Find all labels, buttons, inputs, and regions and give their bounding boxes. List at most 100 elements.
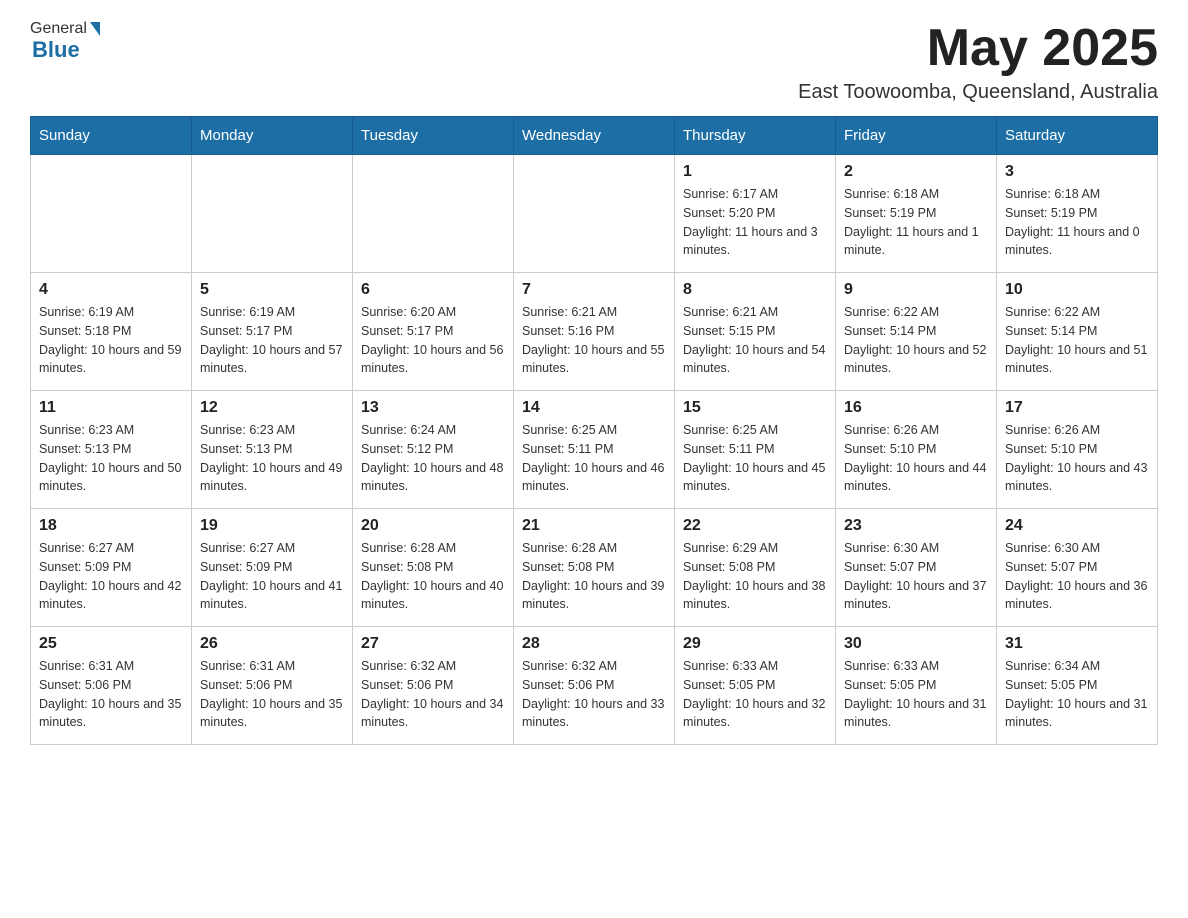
day-info: Sunrise: 6:18 AMSunset: 5:19 PMDaylight:…: [1005, 185, 1149, 260]
day-info: Sunrise: 6:18 AMSunset: 5:19 PMDaylight:…: [844, 185, 988, 260]
table-row: 16Sunrise: 6:26 AMSunset: 5:10 PMDayligh…: [836, 391, 997, 509]
day-info: Sunrise: 6:21 AMSunset: 5:15 PMDaylight:…: [683, 303, 827, 378]
day-info: Sunrise: 6:23 AMSunset: 5:13 PMDaylight:…: [200, 421, 344, 496]
day-info: Sunrise: 6:28 AMSunset: 5:08 PMDaylight:…: [361, 539, 505, 614]
table-row: 25Sunrise: 6:31 AMSunset: 5:06 PMDayligh…: [31, 627, 192, 745]
day-number: 10: [1005, 281, 1149, 299]
month-year-title: May 2025: [798, 20, 1158, 77]
col-sunday: Sunday: [31, 117, 192, 155]
day-number: 18: [39, 517, 183, 535]
day-info: Sunrise: 6:32 AMSunset: 5:06 PMDaylight:…: [522, 657, 666, 732]
table-row: 8 Sunrise: 6:21 AMSunset: 5:15 PMDaylight…: [675, 273, 836, 391]
table-row: 5Sunrise: 6:19 AMSunset: 5:17 PMDaylight…: [192, 273, 353, 391]
table-row: 9 Sunrise: 6:22 AMSunset: 5:14 PMDaylight…: [836, 273, 997, 391]
col-friday: Friday: [836, 117, 997, 155]
day-number: 19: [200, 517, 344, 535]
day-number: 28: [522, 635, 666, 653]
table-row: [353, 155, 514, 273]
table-row: 30Sunrise: 6:33 AMSunset: 5:05 PMDayligh…: [836, 627, 997, 745]
table-row: 24Sunrise: 6:30 AMSunset: 5:07 PMDayligh…: [997, 509, 1158, 627]
day-info: Sunrise: 6:24 AMSunset: 5:12 PMDaylight:…: [361, 421, 505, 496]
col-monday: Monday: [192, 117, 353, 155]
day-info: Sunrise: 6:22 AMSunset: 5:14 PMDaylight:…: [1005, 303, 1149, 378]
day-info: Sunrise: 6:27 AMSunset: 5:09 PMDaylight:…: [200, 539, 344, 614]
day-number: 30: [844, 635, 988, 653]
calendar-week-row: 1 Sunrise: 6:17 AMSunset: 5:20 PMDaylight…: [31, 155, 1158, 273]
calendar-week-row: 4Sunrise: 6:19 AMSunset: 5:18 PMDaylight…: [31, 273, 1158, 391]
day-info: Sunrise: 6:22 AMSunset: 5:14 PMDaylight:…: [844, 303, 988, 378]
day-number: 25: [39, 635, 183, 653]
table-row: 4Sunrise: 6:19 AMSunset: 5:18 PMDaylight…: [31, 273, 192, 391]
day-info: Sunrise: 6:25 AMSunset: 5:11 PMDaylight:…: [683, 421, 827, 496]
day-number: 31: [1005, 635, 1149, 653]
table-row: 17Sunrise: 6:26 AMSunset: 5:10 PMDayligh…: [997, 391, 1158, 509]
day-number: 27: [361, 635, 505, 653]
table-row: 14 Sunrise: 6:25 AMSunset: 5:11 PMDayligh…: [514, 391, 675, 509]
calendar-table: Sunday Monday Tuesday Wednesday Thursday…: [30, 116, 1158, 745]
day-info: Sunrise: 6:25 AMSunset: 5:11 PMDaylight:…: [522, 421, 666, 496]
day-number: 9: [844, 281, 988, 299]
logo-arrow-icon: [90, 22, 100, 36]
day-info: Sunrise: 6:32 AMSunset: 5:06 PMDaylight:…: [361, 657, 505, 732]
table-row: 19 Sunrise: 6:27 AMSunset: 5:09 PMDayligh…: [192, 509, 353, 627]
table-row: 28 Sunrise: 6:32 AMSunset: 5:06 PMDayligh…: [514, 627, 675, 745]
day-info: Sunrise: 6:33 AMSunset: 5:05 PMDaylight:…: [683, 657, 827, 732]
day-info: Sunrise: 6:29 AMSunset: 5:08 PMDaylight:…: [683, 539, 827, 614]
logo-general-text: General: [30, 20, 87, 38]
day-number: 13: [361, 399, 505, 417]
table-row: 1 Sunrise: 6:17 AMSunset: 5:20 PMDaylight…: [675, 155, 836, 273]
calendar-body: 1 Sunrise: 6:17 AMSunset: 5:20 PMDaylight…: [31, 155, 1158, 745]
day-info: Sunrise: 6:21 AMSunset: 5:16 PMDaylight:…: [522, 303, 666, 378]
day-number: 22: [683, 517, 827, 535]
table-row: 15 Sunrise: 6:25 AMSunset: 5:11 PMDayligh…: [675, 391, 836, 509]
logo-blue-text: Blue: [32, 38, 100, 62]
day-number: 4: [39, 281, 183, 299]
table-row: 6Sunrise: 6:20 AMSunset: 5:17 PMDaylight…: [353, 273, 514, 391]
day-number: 2: [844, 163, 988, 181]
table-row: 26 Sunrise: 6:31 AMSunset: 5:06 PMDayligh…: [192, 627, 353, 745]
day-info: Sunrise: 6:20 AMSunset: 5:17 PMDaylight:…: [361, 303, 505, 378]
title-section: May 2025 East Toowoomba, Queensland, Aus…: [798, 20, 1158, 104]
day-number: 8: [683, 281, 827, 299]
table-row: 31 Sunrise: 6:34 AMSunset: 5:05 PMDayligh…: [997, 627, 1158, 745]
calendar-week-row: 11 Sunrise: 6:23 AMSunset: 5:13 PMDayligh…: [31, 391, 1158, 509]
col-wednesday: Wednesday: [514, 117, 675, 155]
table-row: [192, 155, 353, 273]
table-row: [514, 155, 675, 273]
day-number: 11: [39, 399, 183, 417]
day-info: Sunrise: 6:26 AMSunset: 5:10 PMDaylight:…: [1005, 421, 1149, 496]
table-row: 23Sunrise: 6:30 AMSunset: 5:07 PMDayligh…: [836, 509, 997, 627]
day-number: 26: [200, 635, 344, 653]
table-row: 21Sunrise: 6:28 AMSunset: 5:08 PMDayligh…: [514, 509, 675, 627]
table-row: 27 Sunrise: 6:32 AMSunset: 5:06 PMDayligh…: [353, 627, 514, 745]
day-number: 12: [200, 399, 344, 417]
table-row: 3Sunrise: 6:18 AMSunset: 5:19 PMDaylight…: [997, 155, 1158, 273]
col-saturday: Saturday: [997, 117, 1158, 155]
day-info: Sunrise: 6:26 AMSunset: 5:10 PMDaylight:…: [844, 421, 988, 496]
table-row: 22 Sunrise: 6:29 AMSunset: 5:08 PMDayligh…: [675, 509, 836, 627]
table-row: 12 Sunrise: 6:23 AMSunset: 5:13 PMDayligh…: [192, 391, 353, 509]
logo: General Blue: [30, 20, 100, 62]
table-row: 11 Sunrise: 6:23 AMSunset: 5:13 PMDayligh…: [31, 391, 192, 509]
table-row: 7 Sunrise: 6:21 AMSunset: 5:16 PMDaylight…: [514, 273, 675, 391]
day-number: 15: [683, 399, 827, 417]
calendar-week-row: 25 Sunrise: 6:31 AMSunset: 5:06 PMDayligh…: [31, 627, 1158, 745]
table-row: 10 Sunrise: 6:22 AMSunset: 5:14 PMDayligh…: [997, 273, 1158, 391]
day-info: Sunrise: 6:23 AMSunset: 5:13 PMDaylight:…: [39, 421, 183, 496]
location-title: East Toowoomba, Queensland, Australia: [798, 81, 1158, 104]
calendar-header-row: Sunday Monday Tuesday Wednesday Thursday…: [31, 117, 1158, 155]
day-info: Sunrise: 6:30 AMSunset: 5:07 PMDaylight:…: [844, 539, 988, 614]
day-number: 14: [522, 399, 666, 417]
day-info: Sunrise: 6:31 AMSunset: 5:06 PMDaylight:…: [200, 657, 344, 732]
day-number: 7: [522, 281, 666, 299]
day-info: Sunrise: 6:30 AMSunset: 5:07 PMDaylight:…: [1005, 539, 1149, 614]
day-info: Sunrise: 6:34 AMSunset: 5:05 PMDaylight:…: [1005, 657, 1149, 732]
table-row: 2 Sunrise: 6:18 AMSunset: 5:19 PMDaylight…: [836, 155, 997, 273]
day-number: 29: [683, 635, 827, 653]
day-info: Sunrise: 6:19 AMSunset: 5:17 PMDaylight:…: [200, 303, 344, 378]
day-info: Sunrise: 6:27 AMSunset: 5:09 PMDaylight:…: [39, 539, 183, 614]
day-info: Sunrise: 6:17 AMSunset: 5:20 PMDaylight:…: [683, 185, 827, 260]
day-number: 21: [522, 517, 666, 535]
table-row: 29 Sunrise: 6:33 AMSunset: 5:05 PMDayligh…: [675, 627, 836, 745]
day-number: 1: [683, 163, 827, 181]
